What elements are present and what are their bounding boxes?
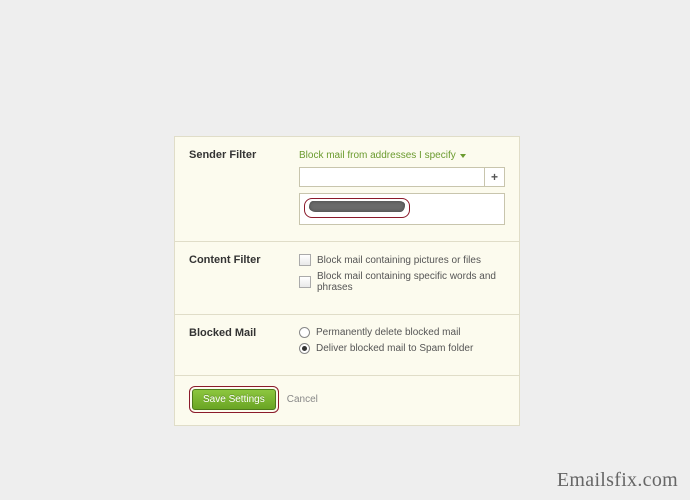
- delete-blocked-row: Permanently delete blocked mail: [299, 327, 505, 338]
- blocked-address-item[interactable]: [304, 198, 410, 218]
- block-words-label: Block mail containing specific words and…: [317, 271, 505, 293]
- content-filter-section: Content Filter Block mail containing pic…: [175, 242, 519, 315]
- add-address-button[interactable]: +: [485, 167, 505, 187]
- blocked-mail-label: Blocked Mail: [189, 327, 299, 359]
- spam-blocked-label: Deliver blocked mail to Spam folder: [316, 343, 473, 354]
- delete-blocked-radio[interactable]: [299, 327, 310, 338]
- address-input[interactable]: [299, 167, 485, 187]
- sender-filter-content: Block mail from addresses I specify +: [299, 149, 505, 225]
- plus-icon: +: [491, 170, 498, 184]
- settings-panel: Sender Filter Block mail from addresses …: [174, 136, 520, 426]
- sender-filter-dropdown[interactable]: Block mail from addresses I specify: [299, 150, 466, 161]
- block-words-row: Block mail containing specific words and…: [299, 271, 505, 293]
- block-pictures-row: Block mail containing pictures or files: [299, 254, 505, 266]
- block-words-checkbox[interactable]: [299, 276, 311, 288]
- redacted-text: [309, 201, 405, 212]
- blocked-mail-section: Blocked Mail Permanently delete blocked …: [175, 315, 519, 376]
- cancel-link[interactable]: Cancel: [287, 394, 318, 405]
- panel-footer: Save Settings Cancel: [175, 376, 519, 425]
- address-input-row: +: [299, 167, 505, 187]
- block-pictures-label: Block mail containing pictures or files: [317, 255, 481, 266]
- save-highlight: Save Settings: [189, 386, 279, 413]
- spam-blocked-radio[interactable]: [299, 343, 310, 354]
- sender-filter-dropdown-text: Block mail from addresses I specify: [299, 150, 456, 161]
- save-button[interactable]: Save Settings: [192, 389, 276, 410]
- blocked-address-list[interactable]: [299, 193, 505, 225]
- sender-filter-section: Sender Filter Block mail from addresses …: [175, 137, 519, 242]
- content-filter-content: Block mail containing pictures or files …: [299, 254, 505, 298]
- block-pictures-checkbox[interactable]: [299, 254, 311, 266]
- delete-blocked-label: Permanently delete blocked mail: [316, 327, 461, 338]
- content-filter-label: Content Filter: [189, 254, 299, 298]
- watermark-text: Emailsfix.com: [557, 469, 678, 492]
- sender-filter-label: Sender Filter: [189, 149, 299, 225]
- blocked-mail-content: Permanently delete blocked mail Deliver …: [299, 327, 505, 359]
- chevron-down-icon: [460, 154, 466, 158]
- spam-blocked-row: Deliver blocked mail to Spam folder: [299, 343, 505, 354]
